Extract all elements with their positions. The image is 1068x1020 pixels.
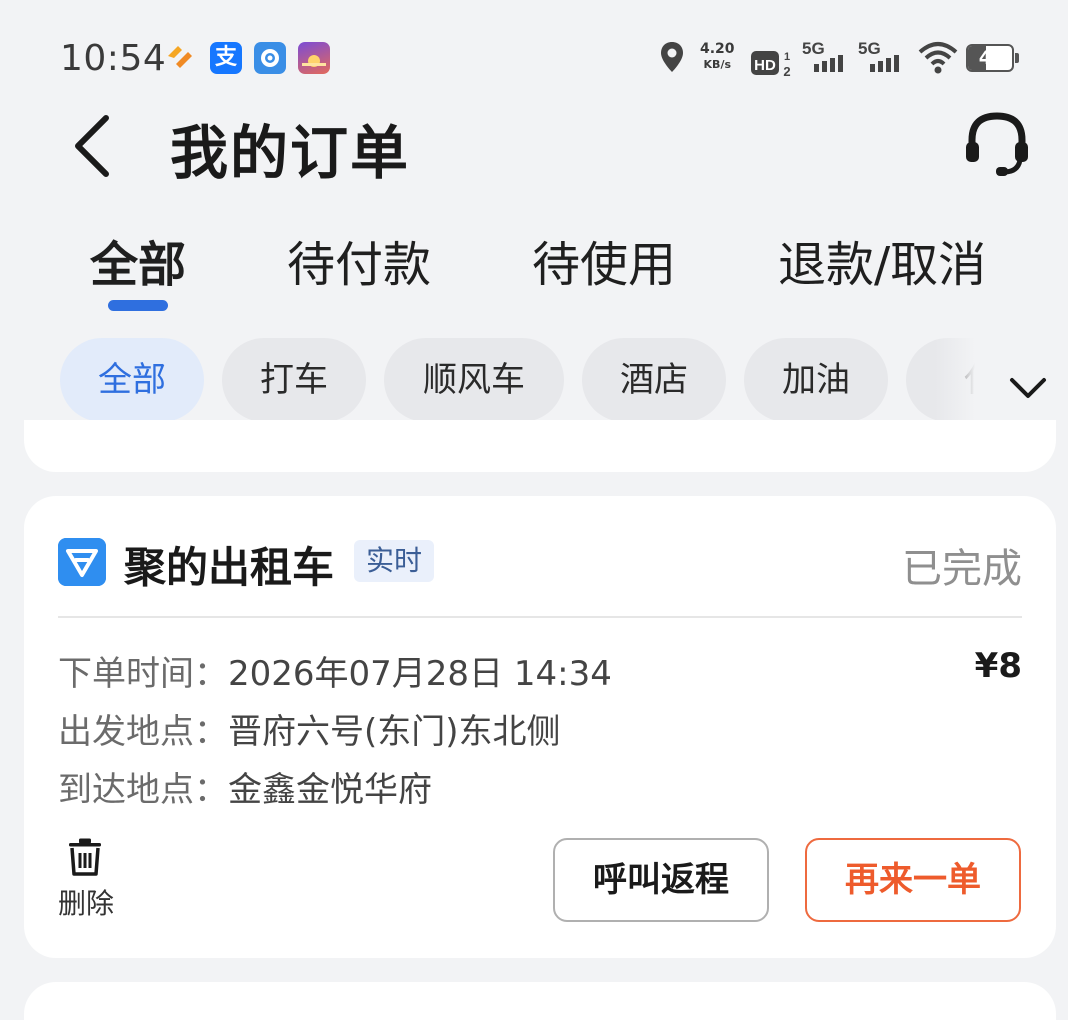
chip-all[interactable]: 全部 xyxy=(60,338,204,422)
alipay-icon: 支 xyxy=(210,42,242,74)
battery-body: 40 xyxy=(966,44,1014,72)
destination-label: 到达地点： xyxy=(58,770,228,810)
tab-refund-cancel[interactable]: 退款/取消 xyxy=(778,225,986,295)
svg-text:2: 2 xyxy=(783,64,790,79)
chip-carpool[interactable]: 顺风车 xyxy=(384,338,564,422)
destination-value: 金鑫金悦华府 xyxy=(228,770,432,810)
previous-order-card xyxy=(24,420,1056,472)
app-notification-heart-icon xyxy=(168,46,192,68)
departure-value: 晋府六号(东门)东北侧 xyxy=(228,712,561,752)
signal-5g-sim1-icon: 5G xyxy=(802,39,843,72)
status-bar: 10:54 支 4.20 KB/s HD 1 2 5G 5G 40 xyxy=(0,0,1068,115)
delete-label[interactable]: 删除 xyxy=(58,882,114,922)
active-tab-indicator xyxy=(108,300,168,311)
network-speed-unit: KB/s xyxy=(703,58,732,71)
category-filter-chips: 全部 打车 顺风车 酒店 加油 代 xyxy=(0,338,975,424)
tab-all[interactable]: 全部 xyxy=(90,225,186,295)
tab-pending-payment[interactable]: 待付款 xyxy=(287,225,431,295)
sunrise-app-icon xyxy=(298,42,330,74)
chevron-down-icon[interactable] xyxy=(1000,360,1056,416)
service-name: 聚的出租车 xyxy=(124,543,335,592)
battery-indicator: 40 xyxy=(966,44,1020,72)
order-time-value: 2026年07月28日 14:34 xyxy=(228,654,612,694)
taxi-service-logo-icon xyxy=(58,538,106,586)
status-time: 10:54 xyxy=(60,38,167,79)
customer-service-headset-icon[interactable] xyxy=(962,110,1032,180)
chip-taxi[interactable]: 打车 xyxy=(222,338,366,422)
network-speed-value: 4.20 xyxy=(700,41,735,57)
camera-app-icon xyxy=(254,42,286,74)
realtime-tag: 实时 xyxy=(354,540,435,582)
chip-hotel[interactable]: 酒店 xyxy=(582,338,726,422)
order-time-label: 下单时间： xyxy=(58,654,228,694)
svg-text:5G: 5G xyxy=(858,39,881,58)
battery-level: 40 xyxy=(978,47,1006,69)
hd-voice-icon: HD 1 2 xyxy=(751,51,791,79)
departure-row: 出发地点：晋府六号(东门)东北侧 xyxy=(58,704,561,753)
svg-text:5G: 5G xyxy=(802,39,825,58)
battery-tip xyxy=(1015,53,1019,63)
network-speed: 4.20 KB/s xyxy=(700,42,735,82)
call-return-trip-button[interactable]: 呼叫返程 xyxy=(553,838,769,922)
order-price: ¥8 xyxy=(974,646,1022,686)
order-time-row: 下单时间：2026年07月28日 14:34 xyxy=(58,646,612,695)
departure-label: 出发地点： xyxy=(58,712,228,752)
location-icon xyxy=(661,42,683,72)
trash-icon[interactable] xyxy=(68,838,102,876)
destination-row: 到达地点：金鑫金悦华府 xyxy=(58,762,432,811)
svg-text:1: 1 xyxy=(784,51,790,63)
chip-fuel[interactable]: 加油 xyxy=(744,338,888,422)
order-status: 已完成 xyxy=(902,546,1022,592)
next-order-card xyxy=(24,982,1056,1020)
order-again-button[interactable]: 再来一单 xyxy=(805,838,1021,922)
tab-to-use[interactable]: 待使用 xyxy=(532,225,676,295)
card-divider xyxy=(58,616,1022,618)
signal-5g-sim2-icon: 5G xyxy=(858,39,899,72)
wifi-icon xyxy=(918,42,958,74)
order-card[interactable]: 聚的出租车 实时 已完成 下单时间：2026年07月28日 14:34 ¥8 出… xyxy=(24,496,1056,958)
page-title: 我的订单 xyxy=(170,119,411,187)
back-arrow-icon[interactable] xyxy=(66,110,122,180)
svg-text:HD: HD xyxy=(754,57,776,74)
